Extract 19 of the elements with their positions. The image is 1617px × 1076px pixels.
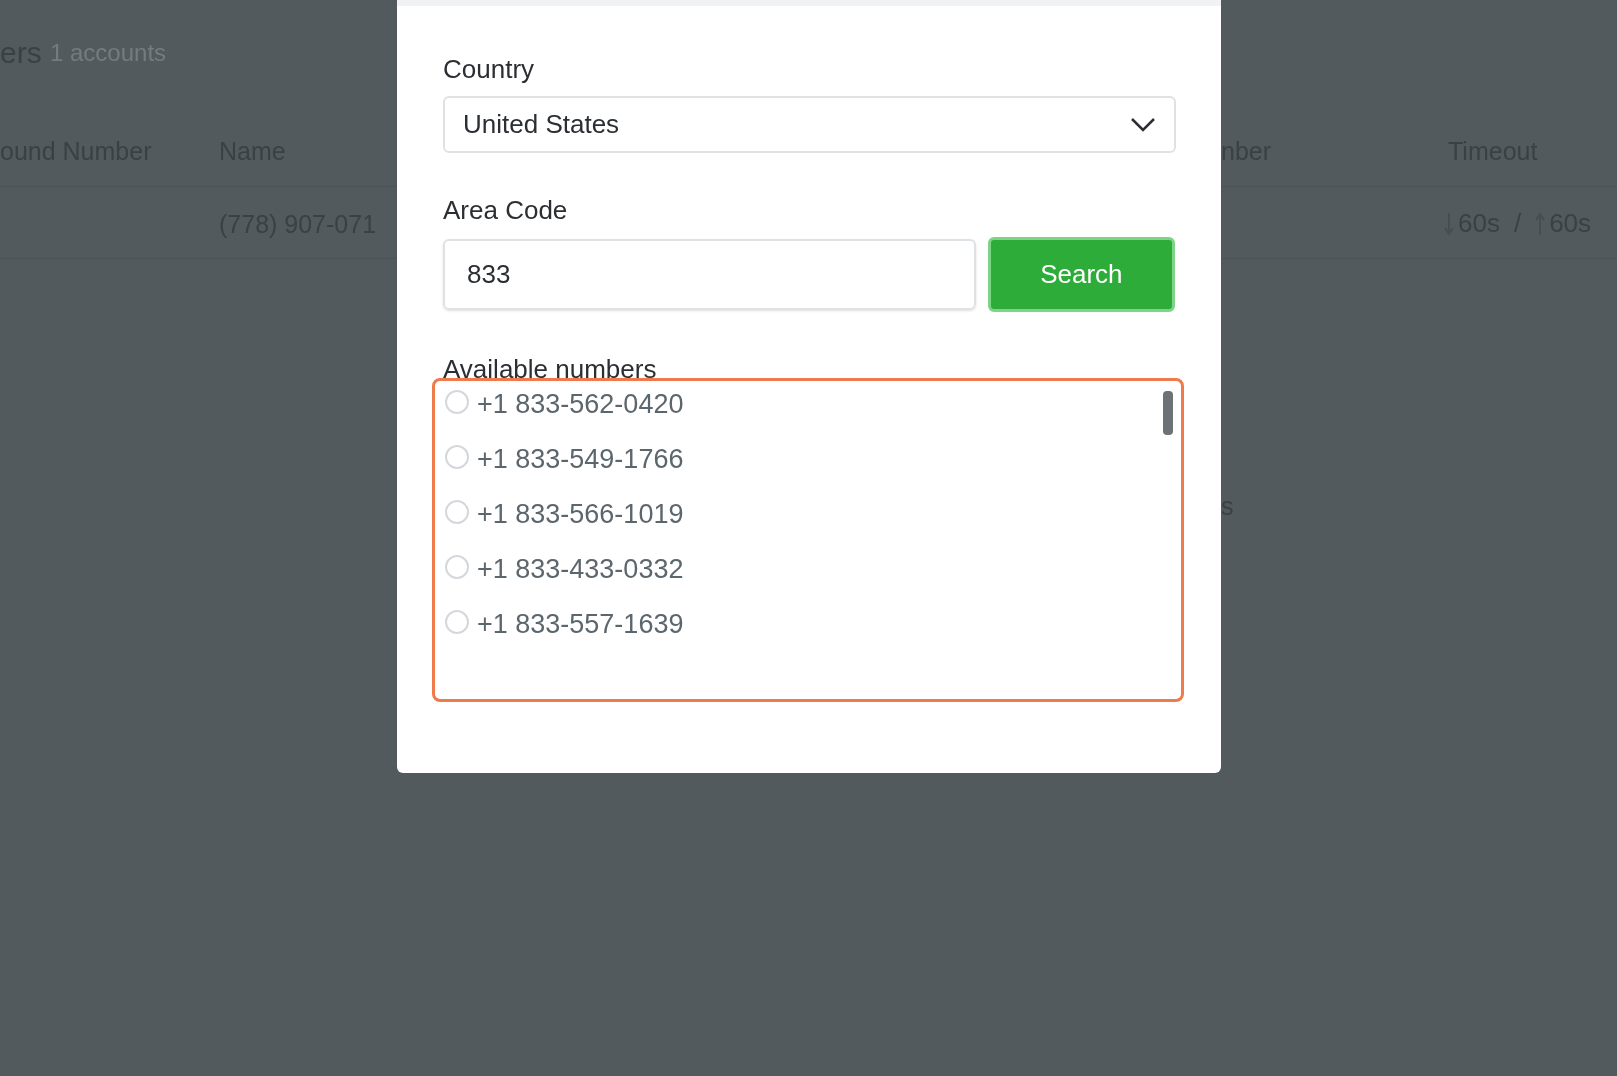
number-option[interactable]: +1 833-557-1639 <box>445 607 1181 662</box>
field-label: Available numbers <box>443 356 658 382</box>
field-label: Area Code <box>443 197 569 223</box>
search-button[interactable]: Search <box>987 237 1175 312</box>
radio-button[interactable] <box>445 500 469 524</box>
area-code-field[interactable]: 833 <box>443 239 976 310</box>
country-select[interactable]: United States <box>443 96 1176 153</box>
field-label: Country <box>443 56 536 82</box>
scrollbar-thumb[interactable] <box>1163 391 1173 435</box>
number-option[interactable]: +1 833-566-1019 <box>445 497 1181 552</box>
radio-button[interactable] <box>445 390 469 414</box>
chevron-down-icon <box>1130 116 1156 133</box>
number-option[interactable]: +1 833-562-0420 <box>445 387 1181 442</box>
radio-button[interactable] <box>445 610 469 634</box>
number-option[interactable]: +1 833-549-1766 <box>445 442 1181 497</box>
radio-button[interactable] <box>445 555 469 579</box>
radio-button[interactable] <box>445 445 469 469</box>
separator-text: / <box>1513 207 1522 240</box>
number-option[interactable]: +1 833-433-0332 <box>445 552 1181 607</box>
